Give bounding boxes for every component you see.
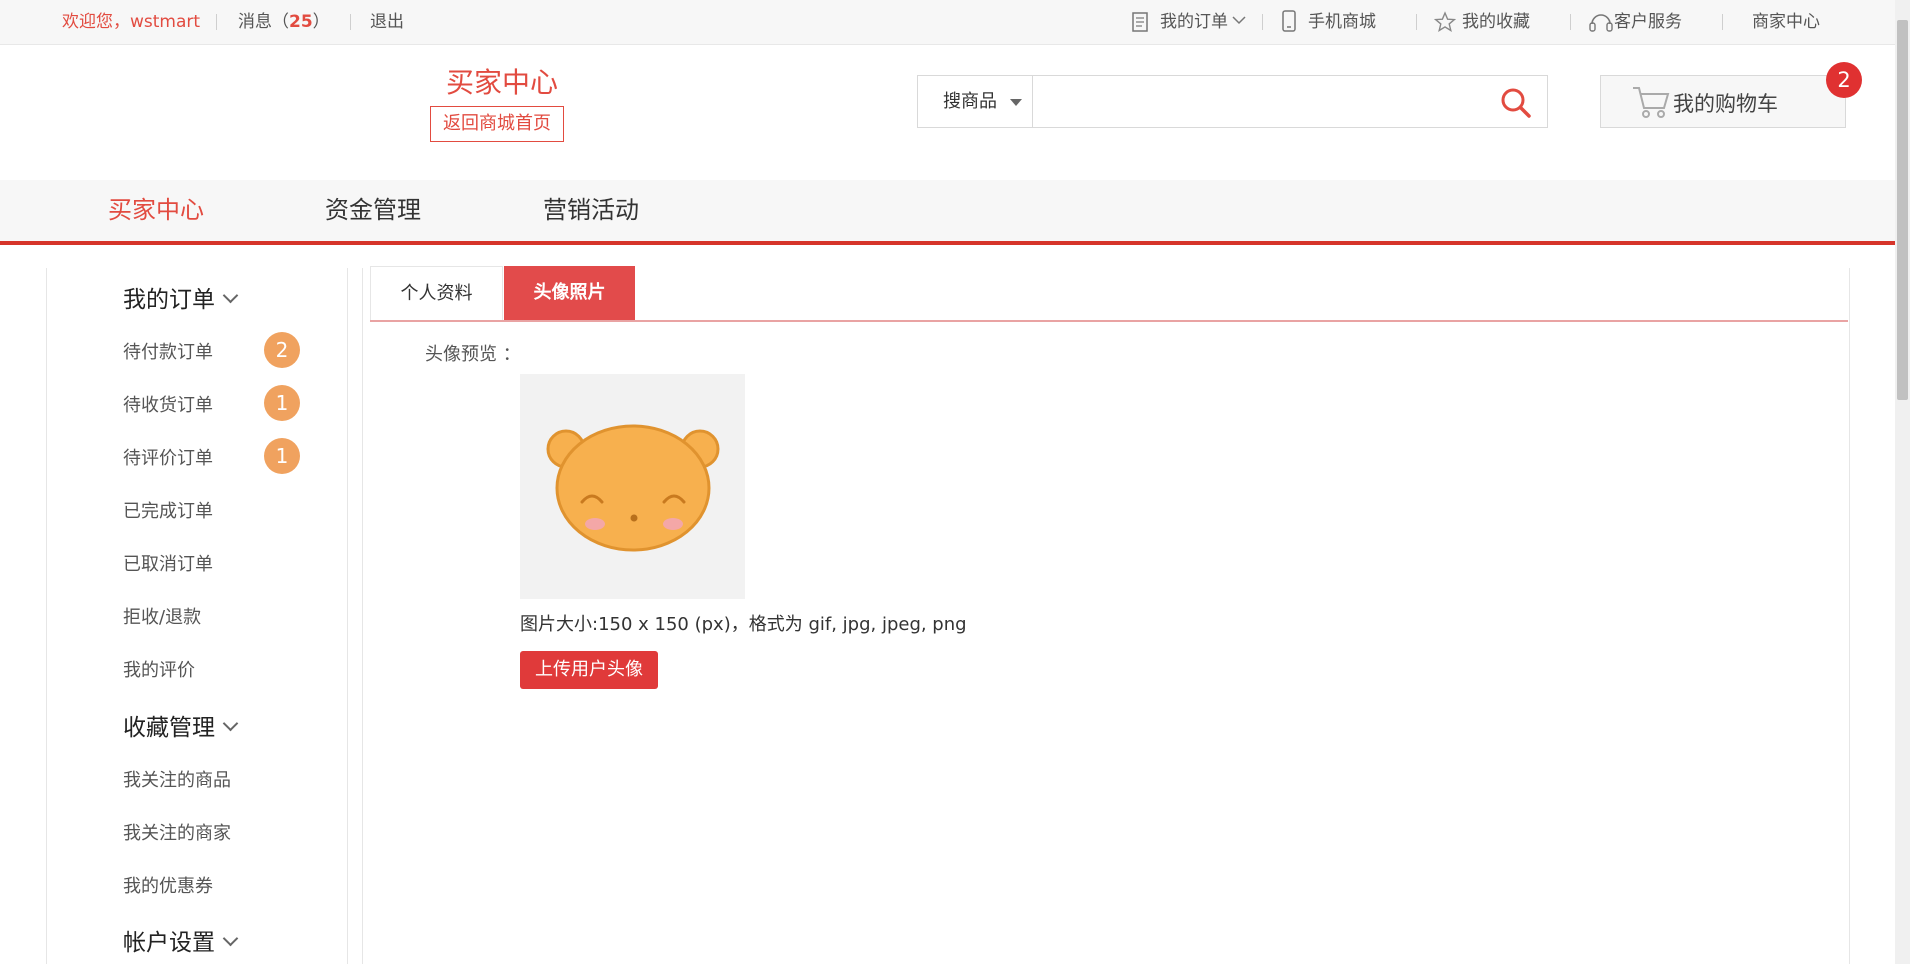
- sidebar-item-followed-goods[interactable]: 我关注的商品: [123, 766, 231, 792]
- my-orders-link[interactable]: 我的订单: [1160, 11, 1228, 33]
- avatar-preview-label: 头像预览 ：: [425, 344, 521, 365]
- sidebar-group-orders[interactable]: 我的订单: [123, 280, 239, 314]
- sidebar-item-refund[interactable]: 拒收/退款: [123, 603, 201, 629]
- cart-count-badge: 2: [1826, 62, 1862, 98]
- tab-avatar-photo[interactable]: 头像照片: [504, 266, 635, 320]
- sidebar-group-title: 收藏管理: [123, 715, 215, 741]
- back-to-home-button[interactable]: 返回商城首页: [430, 106, 564, 142]
- messages-count: 25: [289, 12, 313, 32]
- tab-personal-info[interactable]: 个人资料: [370, 266, 503, 320]
- username-link[interactable]: wstmart: [130, 12, 200, 32]
- search-icon[interactable]: [1500, 87, 1532, 119]
- merchant-center-link[interactable]: 商家中心: [1752, 11, 1820, 33]
- sidebar-item-pending-payment[interactable]: 待付款订单: [123, 338, 213, 364]
- scrollbar-thumb[interactable]: [1897, 20, 1908, 400]
- search-type-select[interactable]: 搜商品: [918, 76, 1033, 127]
- mobile-phone-icon: [1282, 10, 1296, 32]
- logout-link[interactable]: 退出: [370, 11, 404, 33]
- messages-link[interactable]: 消息（25）: [238, 11, 330, 33]
- pending-review-badge: 1: [264, 438, 300, 474]
- sidebar-group-favorites[interactable]: 收藏管理: [123, 708, 239, 742]
- sidebar-group-title: 帐户设置: [123, 930, 215, 956]
- sidebar-group-account[interactable]: 帐户设置: [123, 923, 239, 957]
- nav-marketing[interactable]: 营销活动: [543, 193, 639, 227]
- main-nav: 买家中心 资金管理 营销活动: [0, 180, 1895, 245]
- sidebar-group-title: 我的订单: [123, 287, 215, 313]
- pending-receipt-badge: 1: [264, 385, 300, 421]
- pending-payment-badge: 2: [264, 332, 300, 368]
- chevron-down-icon: [222, 715, 239, 732]
- my-favorites-link[interactable]: 我的收藏: [1462, 11, 1530, 33]
- top-bar: 欢迎您，wstmart 消息（25） 退出 我的订单 手机商城 我的收藏 客户服…: [0, 0, 1895, 45]
- shopping-cart-button[interactable]: 我的购物车: [1600, 75, 1846, 128]
- sidebar-item-cancelled[interactable]: 已取消订单: [123, 550, 213, 576]
- headset-icon: [1589, 14, 1613, 32]
- nav-funds-management[interactable]: 资金管理: [325, 193, 421, 227]
- shopping-cart-icon: [1633, 87, 1670, 118]
- star-icon: [1434, 11, 1456, 32]
- sidebar-item-followed-shops[interactable]: 我关注的商家: [123, 819, 231, 845]
- sidebar-item-my-reviews[interactable]: 我的评价: [123, 656, 195, 682]
- cart-label: 我的购物车: [1673, 92, 1778, 116]
- avatar-size-hint: 图片大小:150 x 150 (px)，格式为 gif, jpg, jpeg, …: [520, 614, 967, 635]
- search-input[interactable]: [1034, 76, 1494, 127]
- search-type-label: 搜商品: [943, 91, 997, 112]
- sidebar-item-pending-receipt[interactable]: 待收货订单: [123, 391, 213, 417]
- my-orders-label: 我的订单: [1160, 12, 1228, 32]
- order-doc-icon: [1132, 12, 1148, 32]
- welcome-label: 欢迎您，: [62, 12, 130, 32]
- sidebar-item-completed[interactable]: 已完成订单: [123, 497, 213, 523]
- nav-buyer-center[interactable]: 买家中心: [108, 193, 204, 227]
- messages-bracket: ）: [312, 12, 330, 32]
- avatar-preview: [520, 374, 745, 599]
- messages-label: 消息（: [238, 12, 289, 32]
- sidebar-item-coupons[interactable]: 我的优惠券: [123, 872, 213, 898]
- bear-face-avatar: [546, 424, 720, 552]
- chevron-down-icon: [222, 930, 239, 947]
- welcome-text: 欢迎您，wstmart: [62, 11, 200, 33]
- caret-down-icon: [1010, 99, 1022, 106]
- page-title: 买家中心: [445, 66, 558, 99]
- upload-avatar-button[interactable]: 上传用户头像: [520, 651, 658, 689]
- chevron-down-icon: [222, 287, 239, 304]
- tab-bar: 个人资料 头像照片: [370, 266, 1848, 322]
- mobile-mall-link[interactable]: 手机商城: [1308, 11, 1376, 33]
- customer-service-link[interactable]: 客户服务: [1614, 11, 1682, 33]
- sidebar-item-pending-review[interactable]: 待评价订单: [123, 444, 213, 470]
- chevron-down-icon: [1232, 16, 1246, 25]
- sidebar: 我的订单 待付款订单 2 待收货订单 1 待评价订单 1 已完成订单 已取消订单…: [46, 268, 348, 964]
- search-bar: 搜商品: [917, 75, 1548, 128]
